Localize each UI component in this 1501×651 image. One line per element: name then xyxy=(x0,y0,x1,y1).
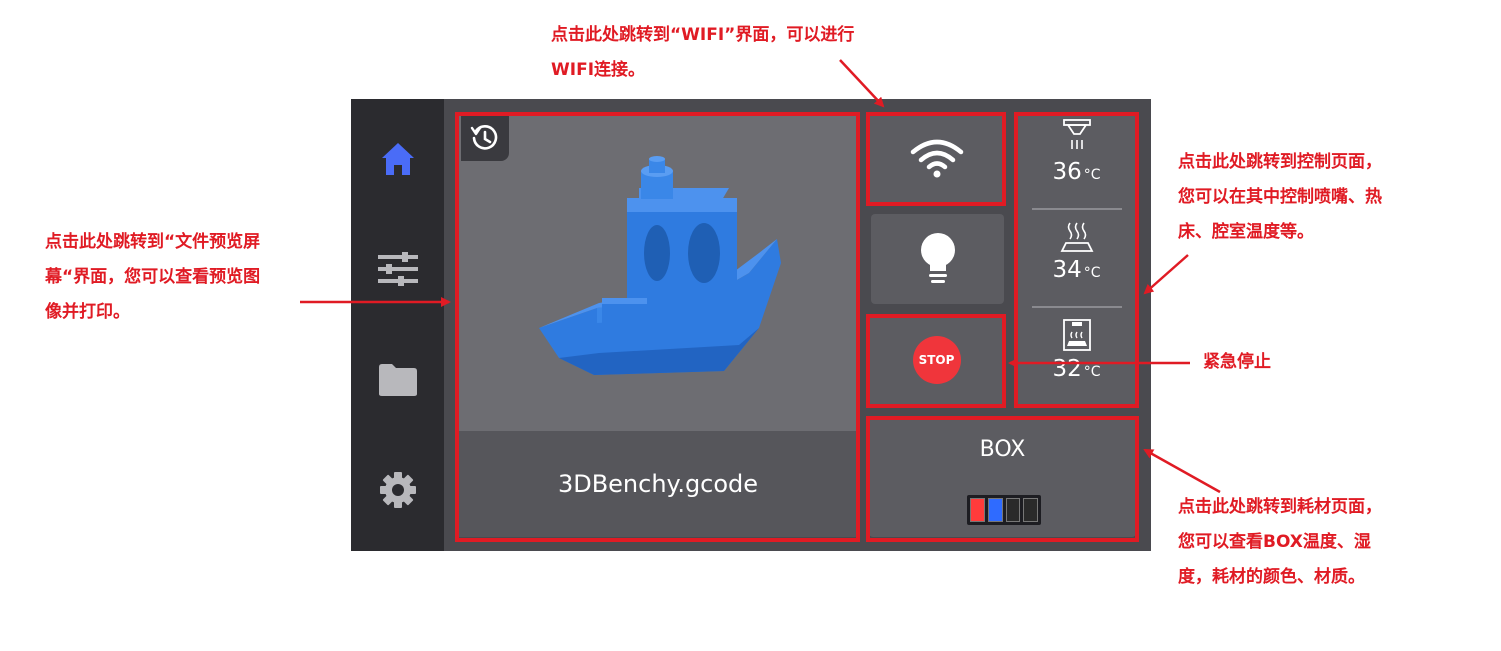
annotation-box: 点击此处跳转到耗材页面， 您可以查看BOX温度、湿 度，耗材的颜色、材质。 xyxy=(1178,497,1382,587)
annotation-control: 点击此处跳转到控制页面， 您可以在其中控制喷嘴、热 床、腔室温度等。 xyxy=(1178,152,1382,242)
annotation-preview: 点击此处跳转到“文件预览屏 幕“界面，您可以查看预览图 像并打印。 xyxy=(45,232,261,322)
annotation-wifi: 点击此处跳转到“WIFI”界面，可以进行 WIFI连接。 xyxy=(551,25,855,80)
annotated-screenshot: { "preview": { "filename": "3DBenchy.gco… xyxy=(0,0,1501,651)
annotation-stop: 紧急停止 xyxy=(1203,352,1271,372)
